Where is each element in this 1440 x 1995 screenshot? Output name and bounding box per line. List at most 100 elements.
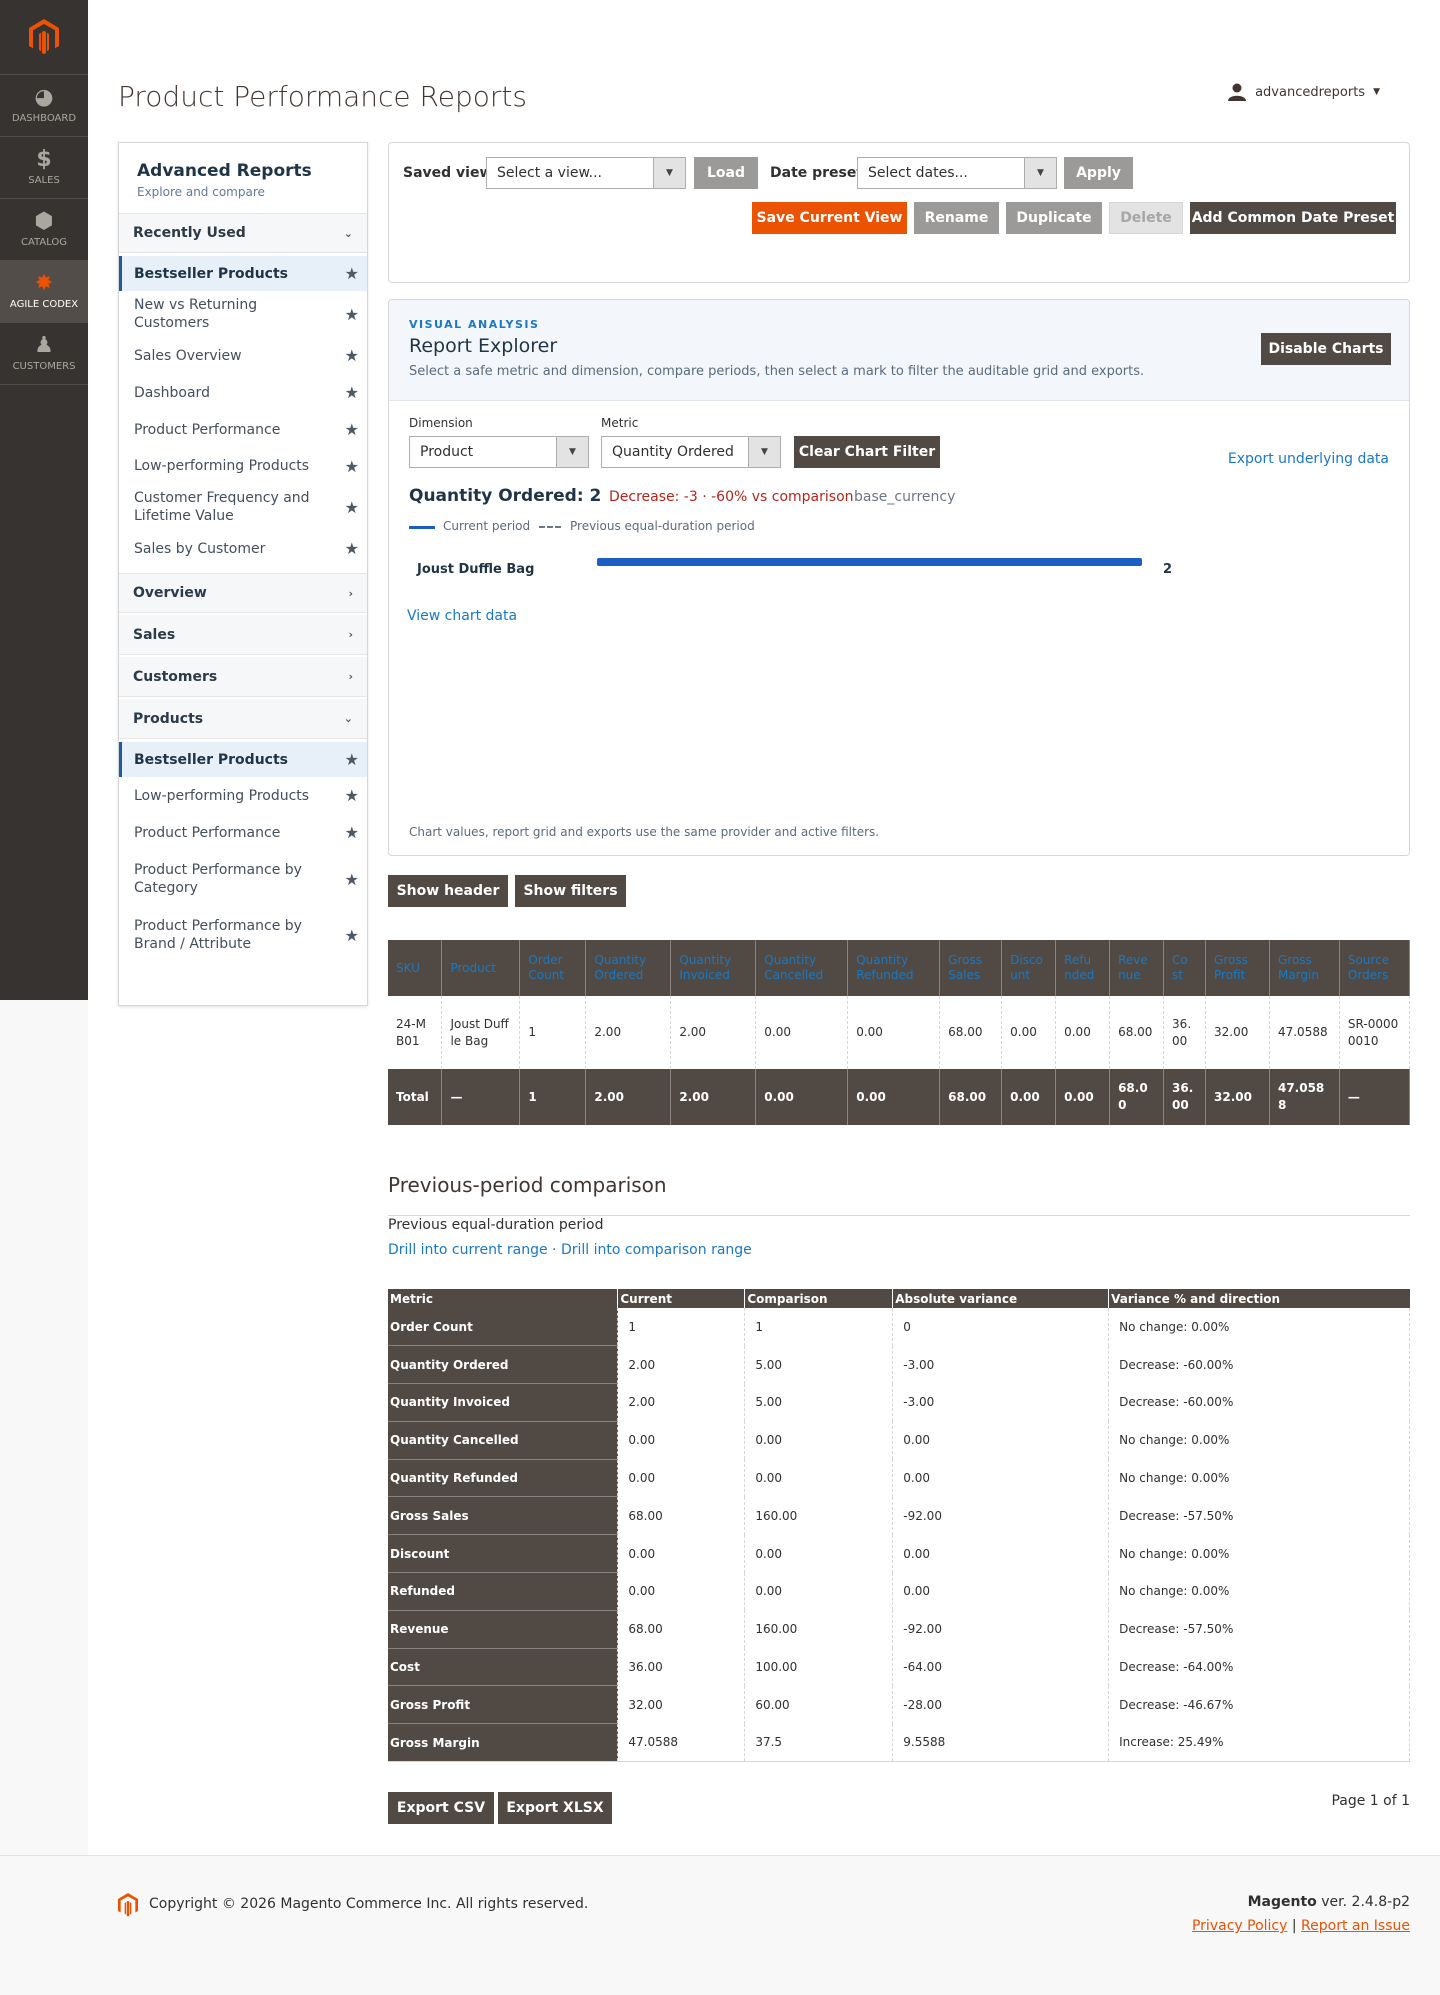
export-csv-button[interactable]: Export CSV xyxy=(388,1792,494,1824)
grid-column-header[interactable]: SKU xyxy=(388,940,443,996)
comparison-cell: Decrease: -46.67% xyxy=(1108,1685,1410,1724)
load-button[interactable]: Load xyxy=(694,157,758,189)
grid-column-header[interactable]: Quantity Refunded xyxy=(847,940,941,996)
saved-view-select[interactable]: Select a view... ▼ xyxy=(486,157,686,189)
grid-cell: 2.00 xyxy=(670,996,757,1069)
sidebar-item-product-performance[interactable]: Product Performance ★ xyxy=(119,411,367,448)
comparison-row: Quantity Cancelled 0.00 0.00 0.00 No change:… xyxy=(388,1421,1410,1460)
grid-column-header[interactable]: Gross Sales xyxy=(939,940,1003,996)
grid-cell: 1 xyxy=(519,996,587,1069)
sidebar-item-bestseller-products[interactable]: Bestseller Products ★ xyxy=(119,256,367,291)
grid-column-header[interactable]: Quantity Cancelled xyxy=(755,940,849,996)
comparison-cell: No change: 0.00% xyxy=(1108,1308,1410,1346)
comparison-row: Gross Sales 68.00 160.00 -92.00 Decrease: -5… xyxy=(388,1496,1410,1536)
grid-column-header[interactable]: Quantity Ordered xyxy=(585,940,672,996)
drill-current-link[interactable]: Drill into current range xyxy=(388,1242,548,1258)
sidebar-item-product-performance[interactable]: Product Performance ★ xyxy=(119,814,367,851)
drill-comparison-link[interactable]: Drill into comparison range xyxy=(561,1242,752,1258)
star-icon[interactable]: ★ xyxy=(345,870,359,889)
explorer-description: Select a safe metric and dimension, comp… xyxy=(409,364,1145,379)
sidebar-item-low-performing[interactable]: Low-performing Products ★ xyxy=(119,448,367,484)
export-underlying-data-link[interactable]: Export underlying data xyxy=(1228,451,1389,467)
duplicate-button[interactable]: Duplicate xyxy=(1006,202,1102,234)
comparison-metric-name: Refunded xyxy=(388,1572,619,1611)
nav-item-dashboard[interactable]: ◕ DASHBOARD xyxy=(0,75,88,137)
section-overview[interactable]: Overview › xyxy=(119,573,367,613)
star-icon[interactable]: ★ xyxy=(345,457,359,476)
sidebar-item-performance-by-category[interactable]: Product Performance by Category ★ xyxy=(119,851,367,907)
grid-column-header[interactable]: Order Count xyxy=(519,940,587,996)
export-xlsx-button[interactable]: Export XLSX xyxy=(498,1792,612,1824)
save-current-view-button[interactable]: Save Current View xyxy=(752,202,907,234)
show-filters-button[interactable]: Show filters xyxy=(515,875,626,907)
nav-item-catalog[interactable]: ⬢ CATALOG xyxy=(0,199,88,261)
star-icon[interactable]: ★ xyxy=(345,383,359,402)
sidebar-item-low-performing[interactable]: Low-performing Products ★ xyxy=(119,777,367,814)
comparison-row: Quantity Ordered 2.00 5.00 -3.00 Decrease: -… xyxy=(388,1345,1410,1385)
grid-column-header[interactable]: Quantity Invoiced xyxy=(670,940,757,996)
bar-chart[interactable]: Joust Duffle Bag 2 xyxy=(389,550,1409,600)
report-issue-link[interactable]: Report an Issue xyxy=(1301,1918,1410,1934)
sidebar-item-sales-by-customer[interactable]: Sales by Customer ★ xyxy=(119,530,367,567)
star-icon[interactable]: ★ xyxy=(345,498,359,517)
sidebar-item-new-vs-returning[interactable]: New vs Returning Customers ★ xyxy=(119,291,367,337)
star-icon[interactable]: ★ xyxy=(345,420,359,439)
sidebar-item-dashboard[interactable]: Dashboard ★ xyxy=(119,374,367,411)
bar-mark[interactable] xyxy=(597,558,1142,566)
dimension-select[interactable]: Product ▼ xyxy=(409,436,589,468)
star-icon[interactable]: ★ xyxy=(345,264,359,283)
section-label: Products xyxy=(133,710,204,727)
disable-charts-button[interactable]: Disable Charts xyxy=(1261,333,1391,365)
star-icon[interactable]: ★ xyxy=(345,539,359,558)
grid-column-header[interactable]: Product xyxy=(441,940,521,996)
currency-label: base_currency xyxy=(854,489,956,505)
star-icon[interactable]: ★ xyxy=(345,786,359,805)
grid-column-header[interactable]: Refu nded xyxy=(1055,940,1111,996)
sidebar-item-performance-by-brand[interactable]: Product Performance by Brand / Attribute… xyxy=(119,907,367,963)
grid-column-header[interactable]: Disco unt xyxy=(1001,940,1057,996)
grid-column-header[interactable]: Co st xyxy=(1163,940,1207,996)
user-menu[interactable]: advancedreports ▼ xyxy=(1227,83,1380,101)
grid-column-header[interactable]: Gross Margin xyxy=(1269,940,1340,996)
sidebar-item-sales-overview[interactable]: Sales Overview ★ xyxy=(119,337,367,374)
brand: Magento xyxy=(1247,1894,1317,1910)
star-icon[interactable]: ★ xyxy=(345,346,359,365)
sidebar-item-customer-frequency[interactable]: Customer Frequency and Lifetime Value ★ xyxy=(119,484,367,530)
version: ver. 2.4.8-p2 xyxy=(1316,1894,1410,1910)
section-customers[interactable]: Customers › xyxy=(119,657,367,697)
add-date-preset-button[interactable]: Add Common Date Preset xyxy=(1190,202,1396,234)
star-icon[interactable]: ★ xyxy=(345,750,359,769)
section-sales[interactable]: Sales › xyxy=(119,615,367,655)
magento-logo[interactable] xyxy=(0,0,88,75)
metric-select[interactable]: Quantity Ordered ▼ xyxy=(601,436,781,468)
clear-chart-filter-button[interactable]: Clear Chart Filter xyxy=(794,436,940,468)
star-icon[interactable]: ★ xyxy=(345,823,359,842)
grid-column-header[interactable]: Reve nue xyxy=(1109,940,1165,996)
grid-total-cell: 2.00 xyxy=(670,1069,757,1125)
sidebar-item-bestseller-products[interactable]: Bestseller Products ★ xyxy=(119,742,367,777)
comparison-header-row: Metric Current Comparison Absolute variance… xyxy=(388,1289,1410,1308)
date-preset-select[interactable]: Select dates... ▼ xyxy=(857,157,1057,189)
report-grid: SKU Product Order Count Quantity Ordered Qua… xyxy=(388,940,1411,1125)
grid-column-header[interactable]: Gross Profit xyxy=(1205,940,1270,996)
apply-button[interactable]: Apply xyxy=(1064,157,1133,189)
comparison-cell: -3.00 xyxy=(892,1345,1110,1384)
section-label: Customers xyxy=(133,668,218,685)
section-products[interactable]: Products ⌄ xyxy=(119,699,367,739)
view-chart-data-link[interactable]: View chart data xyxy=(407,608,517,624)
grid-column-header[interactable]: Source Orders xyxy=(1339,940,1411,996)
legend-previous-swatch xyxy=(539,526,561,528)
grid-total-cell: 0.00 xyxy=(755,1069,849,1125)
show-header-button[interactable]: Show header xyxy=(388,875,508,907)
star-icon[interactable]: ★ xyxy=(345,305,359,324)
star-icon[interactable]: ★ xyxy=(345,926,359,945)
privacy-policy-link[interactable]: Privacy Policy xyxy=(1192,1918,1287,1934)
rename-button[interactable]: Rename xyxy=(914,202,999,234)
nav-item-agile-codex[interactable]: ✸ AGILE CODEX xyxy=(0,261,88,323)
nav-item-customers[interactable]: ♟ CUSTOMERS xyxy=(0,323,88,385)
comparison-metric-name: Revenue xyxy=(388,1610,619,1649)
grid-total-cell: 47.0588 xyxy=(1269,1069,1340,1125)
section-recently-used[interactable]: Recently Used ⌄ xyxy=(119,213,367,253)
nav-label: CATALOG xyxy=(20,237,68,248)
nav-item-sales[interactable]: $ SALES xyxy=(0,137,88,199)
